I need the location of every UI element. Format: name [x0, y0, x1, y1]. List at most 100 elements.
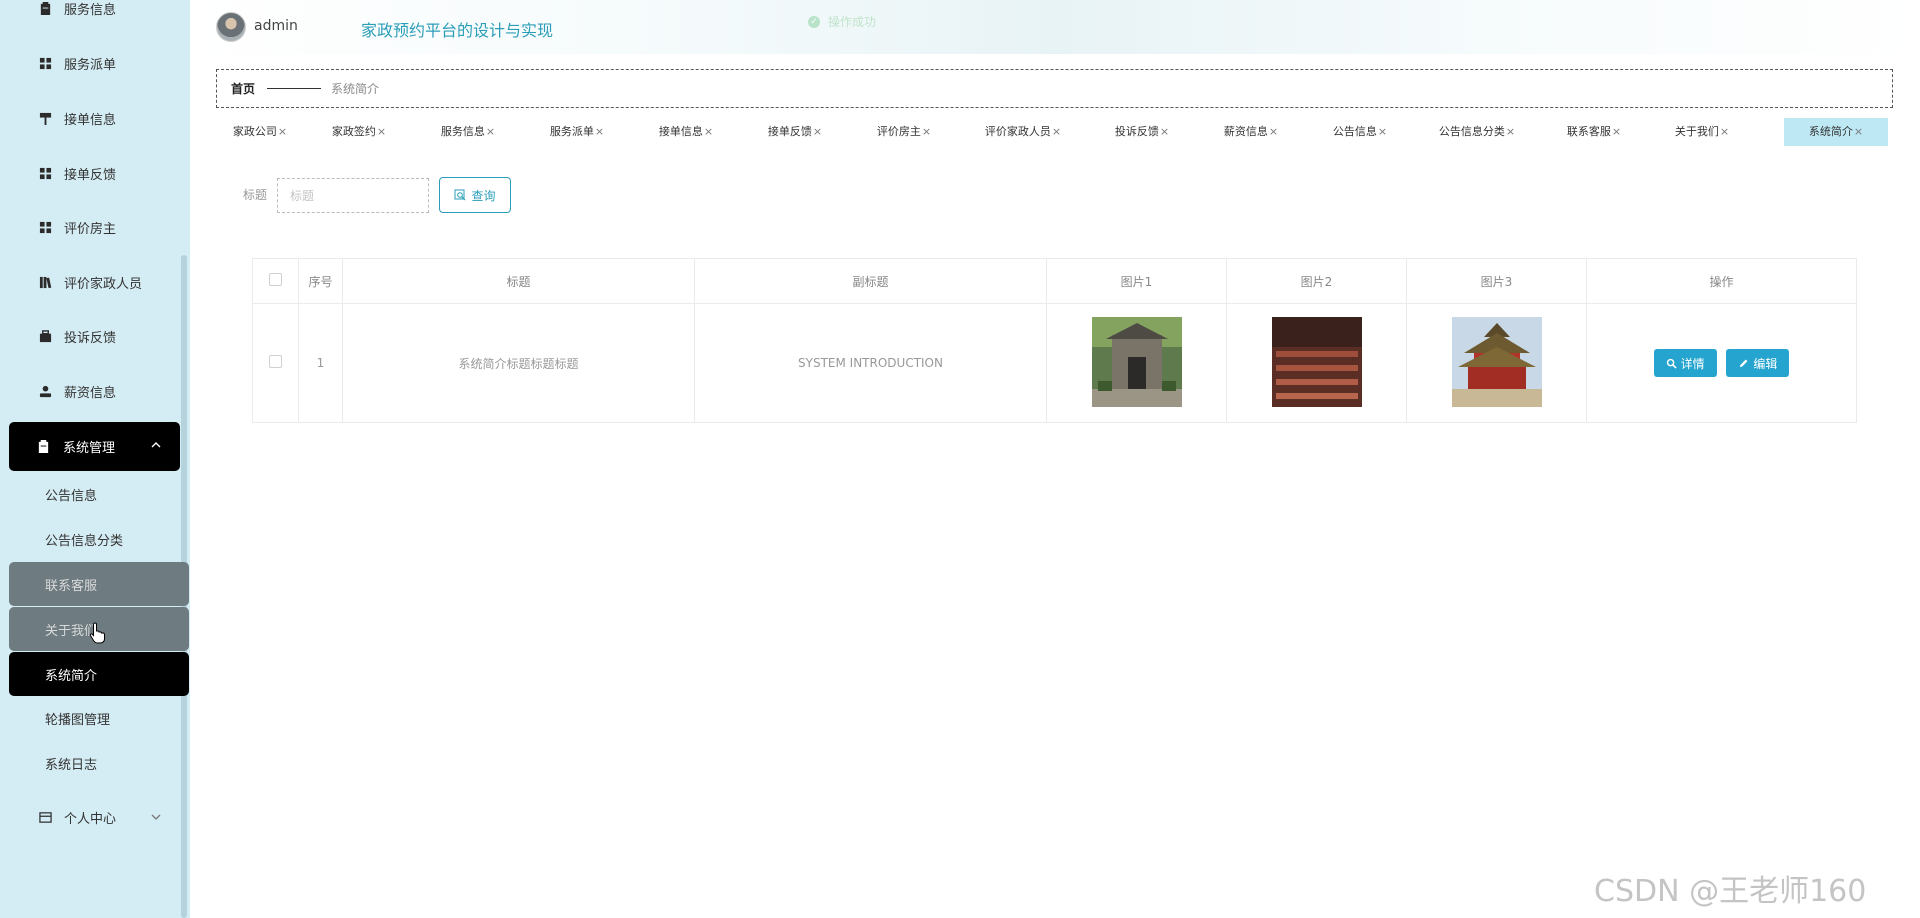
- sidebar-subitem-system-log[interactable]: 系统日志: [9, 741, 189, 785]
- sidebar-item-personal-center[interactable]: 个人中心: [0, 797, 180, 837]
- tab-company[interactable]: 家政公司×: [216, 118, 304, 146]
- column-header: 图片3: [1406, 258, 1587, 304]
- tab-label: 服务派单: [549, 125, 594, 138]
- image1-thumbnail[interactable]: [1091, 316, 1182, 407]
- tab-contract[interactable]: 家政签约×: [304, 118, 414, 146]
- close-icon[interactable]: ×: [1160, 125, 1169, 138]
- tab-order-feedback[interactable]: 接单反馈×: [740, 118, 850, 146]
- sidebar-subitem-announcement-category[interactable]: 公告信息分类: [9, 517, 189, 561]
- tab-rate-owner[interactable]: 评价房主×: [850, 118, 958, 146]
- tab-label: 公告信息: [1332, 125, 1377, 138]
- tab-system-intro[interactable]: 系统简介×: [1784, 118, 1888, 146]
- sidebar-subitem-contact-service[interactable]: 联系客服: [9, 562, 189, 606]
- close-icon[interactable]: ×: [486, 125, 495, 138]
- row-index: 1: [298, 303, 343, 423]
- close-icon[interactable]: ×: [278, 125, 287, 138]
- tab-announcement[interactable]: 公告信息×: [1306, 118, 1414, 146]
- top-header: admin 家政预约平台的设计与实现 ✓ 操作成功: [190, 0, 1920, 54]
- close-icon[interactable]: ×: [1269, 125, 1278, 138]
- briefcase-icon: [38, 329, 52, 343]
- sidebar-item-complaint[interactable]: 投诉反馈: [0, 316, 180, 356]
- breadcrumb: 首页 系统简介: [216, 69, 1893, 108]
- tab-service-info[interactable]: 服务信息×: [414, 118, 522, 146]
- tab-complaint[interactable]: 投诉反馈×: [1088, 118, 1196, 146]
- edit-button[interactable]: 编辑: [1726, 349, 1790, 377]
- tab-about-us[interactable]: 关于我们×: [1648, 118, 1756, 146]
- tab-label: 关于我们: [1674, 125, 1719, 138]
- title-search-input[interactable]: [277, 178, 429, 213]
- chevron-down-icon: [150, 811, 162, 823]
- edit-button-label: 编辑: [1753, 356, 1778, 371]
- close-icon[interactable]: ×: [1720, 125, 1729, 138]
- column-header: 图片2: [1226, 258, 1407, 304]
- tab-salary[interactable]: 薪资信息×: [1196, 118, 1306, 146]
- sidebar-item-order-info[interactable]: 接单信息: [0, 98, 180, 138]
- sidebar-item-rate-staff[interactable]: 评价家政人员: [0, 262, 180, 302]
- toast-text: 操作成功: [828, 15, 877, 29]
- clipboard-icon: [37, 439, 51, 454]
- detail-button-label: 详情: [1680, 356, 1705, 371]
- grid-icon: [38, 220, 52, 234]
- tab-order-info[interactable]: 接单信息×: [632, 118, 740, 146]
- tab-label: 评价房主: [876, 125, 921, 138]
- tab-label: 公告信息分类: [1438, 125, 1505, 138]
- close-icon[interactable]: ×: [1612, 125, 1621, 138]
- sidebar-subitem-announcement[interactable]: 公告信息: [9, 472, 189, 516]
- detail-button[interactable]: 详情: [1653, 349, 1717, 377]
- sidebar-item-service-info[interactable]: 服务信息: [0, 0, 180, 28]
- sidebar-group-system-management[interactable]: 系统管理: [9, 422, 180, 471]
- image1-cell: [1046, 303, 1227, 423]
- tab-service-dispatch[interactable]: 服务派单×: [522, 118, 632, 146]
- sidebar-item-rate-owner[interactable]: 评价房主: [0, 207, 180, 247]
- sidebar-subitem-carousel[interactable]: 轮播图管理: [9, 696, 189, 740]
- tab-label: 薪资信息: [1223, 125, 1268, 138]
- sidebar: 服务信息 服务派单 接单信息 接单反馈 评价房主 评价家政人员 投诉反馈 薪资信…: [0, 0, 190, 918]
- tab-label: 评价家政人员: [984, 125, 1051, 138]
- select-all-cell: [252, 258, 299, 304]
- tab-contact-service[interactable]: 联系客服×: [1540, 118, 1648, 146]
- row-title: 系统简介标题标题标题: [342, 303, 695, 423]
- hammer-icon: [38, 111, 52, 125]
- close-icon[interactable]: ×: [922, 125, 931, 138]
- tab-announcement-category[interactable]: 公告信息分类×: [1414, 118, 1540, 146]
- row-subtitle: SYSTEM INTRODUCTION: [694, 303, 1047, 423]
- close-icon[interactable]: ×: [1506, 125, 1515, 138]
- data-table: 序号 标题 副标题 图片1 图片2 图片3 操作 1 系统简介标题标题标题 SY…: [252, 258, 1857, 423]
- image3-thumbnail[interactable]: [1451, 316, 1542, 407]
- tab-rate-staff[interactable]: 评价家政人员×: [958, 118, 1088, 146]
- tab-label: 家政签约: [331, 125, 376, 138]
- close-icon[interactable]: ×: [595, 125, 604, 138]
- actions-cell: 详情 编辑: [1586, 303, 1857, 423]
- hand-cursor-icon: [89, 622, 105, 644]
- avatar[interactable]: [216, 12, 246, 42]
- close-icon[interactable]: ×: [704, 125, 713, 138]
- search-button-label: 查询: [471, 188, 496, 203]
- image2-thumbnail[interactable]: [1271, 316, 1362, 407]
- user-icon: [38, 384, 52, 398]
- clipboard-icon: [38, 1, 52, 15]
- row-checkbox[interactable]: [269, 355, 282, 368]
- close-icon[interactable]: ×: [377, 125, 386, 138]
- close-icon[interactable]: ×: [1052, 125, 1061, 138]
- sidebar-item-label: 评价家政人员: [64, 276, 143, 292]
- tab-label: 服务信息: [440, 125, 485, 138]
- breadcrumb-home[interactable]: 首页: [231, 80, 255, 97]
- library-icon: [38, 275, 52, 289]
- close-icon[interactable]: ×: [1854, 125, 1863, 138]
- breadcrumb-separator: [267, 88, 322, 89]
- sidebar-item-order-feedback[interactable]: 接单反馈: [0, 153, 180, 193]
- column-header: 图片1: [1046, 258, 1227, 304]
- close-icon[interactable]: ×: [1378, 125, 1387, 138]
- row-select-cell: [252, 303, 299, 423]
- search-button[interactable]: 查询: [439, 177, 511, 213]
- close-icon[interactable]: ×: [813, 125, 822, 138]
- username[interactable]: admin: [254, 18, 298, 34]
- tab-label: 接单反馈: [767, 125, 812, 138]
- success-toast: ✓ 操作成功: [808, 13, 876, 30]
- select-all-checkbox[interactable]: [269, 273, 282, 286]
- tab-bar: 家政公司× 家政签约× 服务信息× 服务派单× 接单信息× 接单反馈× 评价房主…: [216, 118, 1893, 148]
- sidebar-item-service-dispatch[interactable]: 服务派单: [0, 43, 180, 83]
- sidebar-subitem-system-intro[interactable]: 系统简介: [9, 652, 189, 696]
- tab-label: 系统简介: [1808, 125, 1853, 138]
- sidebar-item-salary[interactable]: 薪资信息: [0, 371, 180, 411]
